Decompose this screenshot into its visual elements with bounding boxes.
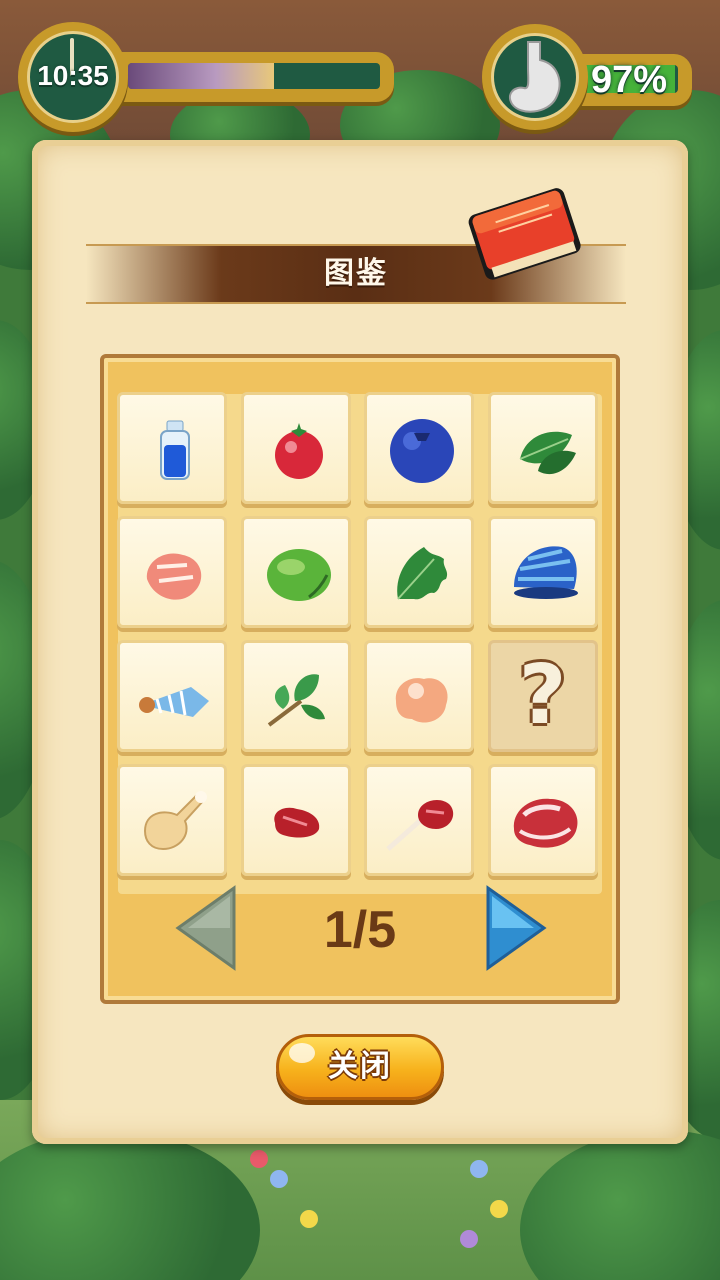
item-slot-herb-sprig[interactable] <box>240 640 351 752</box>
fullness-hud: 97% <box>482 24 698 134</box>
oak-leaf-icon <box>397 547 448 600</box>
time-hud: 10:35 <box>18 22 396 132</box>
item-slot-spinach-leaf[interactable] <box>487 392 598 504</box>
small-red-meat-icon <box>273 807 319 838</box>
item-slot-oak-leaf[interactable] <box>364 516 474 628</box>
unknown-item-mark: ? <box>518 648 567 743</box>
time-bar <box>112 52 394 102</box>
item-slot-chicken-drumstick[interactable] <box>117 764 227 876</box>
item-slot-green-fruit[interactable] <box>240 516 351 628</box>
flower <box>460 1230 478 1248</box>
item-slot-steak[interactable] <box>487 764 598 876</box>
red-berry-icon <box>274 423 323 479</box>
item-slot-unknown[interactable]: ? <box>487 640 598 752</box>
prev-page-arrow[interactable] <box>172 884 242 972</box>
flower <box>270 1170 288 1188</box>
item-slot-water-bottle[interactable] <box>117 392 227 504</box>
red-book-icon <box>468 188 581 280</box>
herb-sprig-icon <box>267 674 325 727</box>
item-slot-blue-shell[interactable] <box>487 516 598 628</box>
cone-shell-icon <box>139 687 209 717</box>
water-bottle-icon <box>160 420 190 480</box>
raw-meat-chunk-icon <box>146 553 202 600</box>
flower <box>470 1160 488 1178</box>
flower <box>300 1210 318 1228</box>
time-bar-track <box>128 63 380 89</box>
steak-icon <box>513 798 578 848</box>
page-indicator: 1/5 <box>323 901 397 959</box>
stomach-icon <box>482 24 588 130</box>
item-slot-small-red-meat[interactable] <box>240 764 351 876</box>
flower <box>250 1150 268 1168</box>
pink-nugget-icon <box>395 678 448 723</box>
flower <box>490 1200 508 1218</box>
time-bar-fill <box>128 63 275 89</box>
stomach-glyph-icon <box>508 41 561 113</box>
lamb-chop-icon <box>386 800 454 851</box>
spinach-leaf-icon <box>519 431 576 475</box>
item-slot-raw-meat-chunk[interactable] <box>117 516 227 628</box>
item-slot-red-berry[interactable] <box>240 392 351 504</box>
close-button[interactable]: 关闭 <box>276 1034 444 1100</box>
time-readout: 10:35 <box>37 60 109 91</box>
item-slot-blueberry[interactable] <box>364 392 474 504</box>
item-slot-cone-shell[interactable] <box>117 640 227 752</box>
item-slot-pink-nugget[interactable] <box>364 640 474 752</box>
next-page-arrow[interactable] <box>480 884 550 972</box>
blueberry-icon <box>390 419 454 483</box>
blue-shell-icon <box>513 546 578 599</box>
item-slot-lamb-chop[interactable] <box>364 764 474 876</box>
green-fruit-icon <box>266 549 331 601</box>
chicken-drumstick-icon <box>143 791 207 851</box>
close-button-label: 关闭 <box>328 1049 392 1084</box>
